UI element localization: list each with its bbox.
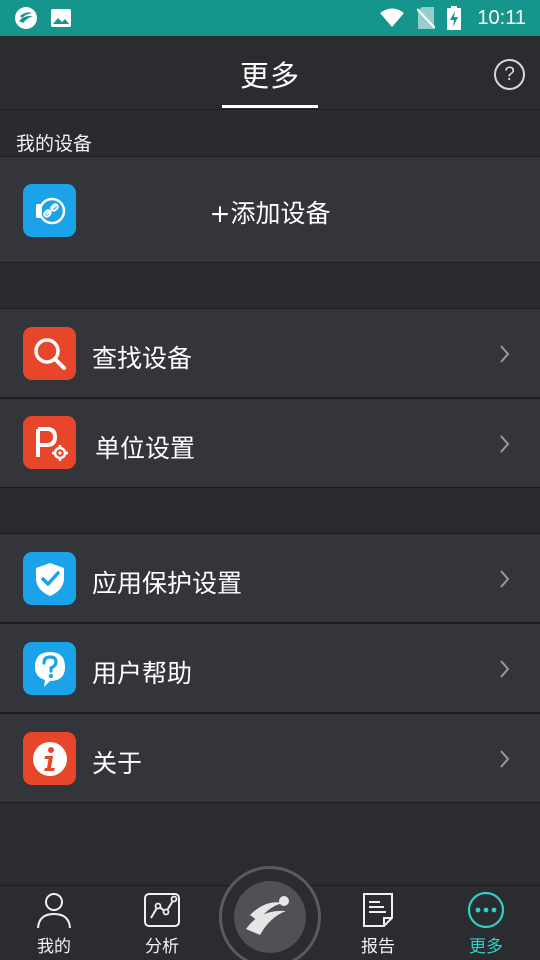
center-action-button[interactable] <box>219 866 321 960</box>
image-icon <box>51 9 71 27</box>
search-icon <box>23 327 76 380</box>
chart-icon <box>144 893 180 927</box>
chevron-right-icon <box>500 660 510 678</box>
menu-item-find-device[interactable]: 查找设备 <box>0 308 540 398</box>
menu-item-app-protection[interactable]: 应用保护设置 <box>0 533 540 623</box>
nav-tab-analysis[interactable]: 分析 <box>117 886 207 960</box>
chevron-right-icon <box>500 570 510 588</box>
add-device-label: +添加设备 <box>209 199 331 228</box>
info-icon <box>23 732 76 785</box>
person-icon <box>37 893 71 929</box>
shield-check-icon <box>23 552 76 605</box>
page-title: 更多 <box>239 59 300 93</box>
section-gap <box>0 488 540 533</box>
question-icon: ? <box>504 63 515 85</box>
chevron-right-icon <box>500 750 510 768</box>
report-icon <box>363 893 393 927</box>
no-sim-icon <box>417 7 436 29</box>
app-header: 更多 ? <box>0 36 540 110</box>
chevron-right-icon <box>500 345 510 363</box>
battery-charging-icon <box>447 6 462 30</box>
section-title: 我的设备 <box>16 133 93 155</box>
nav-tab-report[interactable]: 报告 <box>333 886 423 960</box>
menu-item-label: 关于 <box>92 749 143 778</box>
nav-label: 分析 <box>145 937 179 957</box>
units-settings-icon <box>23 416 76 469</box>
section-gap <box>0 263 540 308</box>
add-device-row[interactable]: +添加设备 <box>0 156 540 263</box>
nav-label: 我的 <box>37 937 71 957</box>
menu-item-unit-settings[interactable]: 单位设置 <box>0 398 540 488</box>
status-bar: 10:11 <box>0 0 540 36</box>
wifi-icon <box>380 8 405 27</box>
more-icon <box>467 891 505 929</box>
menu-item-label: 查找设备 <box>92 344 193 373</box>
menu-item-about[interactable]: 关于 <box>0 713 540 803</box>
app-logo-icon <box>234 881 306 953</box>
menu-item-label: 单位设置 <box>95 434 196 463</box>
my-devices-section-label: 我的设备 <box>0 111 540 156</box>
nav-tab-more[interactable]: 更多 <box>441 886 531 960</box>
menu-item-label: 应用保护设置 <box>92 569 243 598</box>
help-bubble-icon <box>23 642 76 695</box>
menu-item-user-help[interactable]: 用户帮助 <box>0 623 540 713</box>
menu-item-label: 用户帮助 <box>92 659 193 688</box>
nav-tab-mine[interactable]: 我的 <box>9 886 99 960</box>
nav-label: 更多 <box>469 937 503 957</box>
help-button[interactable]: ? <box>494 59 525 90</box>
status-time: 10:11 <box>477 6 526 29</box>
app-logo-icon <box>15 7 37 29</box>
chevron-right-icon <box>500 435 510 453</box>
title-underline <box>222 105 318 108</box>
nav-label: 报告 <box>361 937 395 957</box>
